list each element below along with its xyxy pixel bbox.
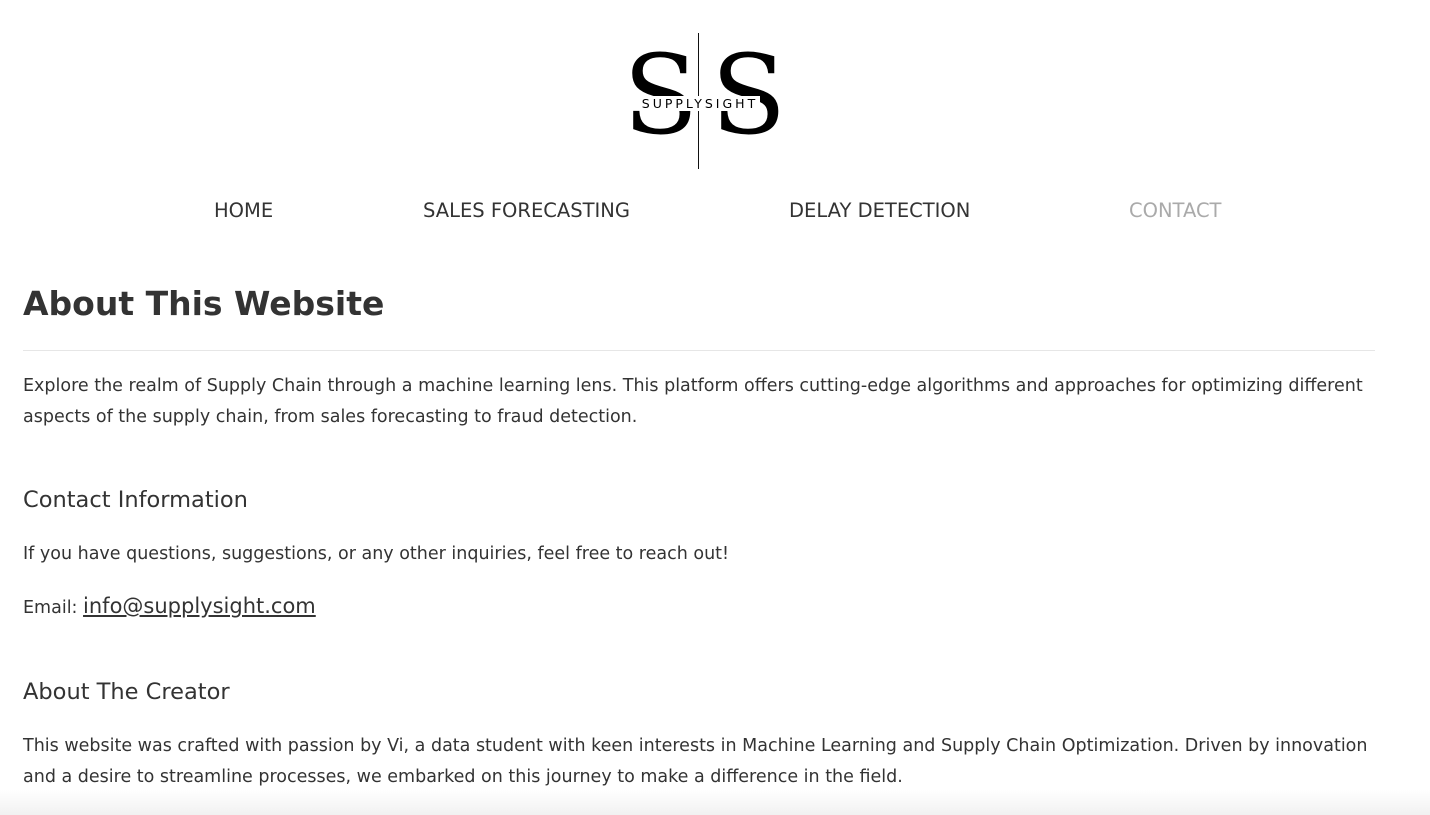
page-title: About This Website	[23, 284, 385, 323]
title-divider	[23, 350, 1375, 351]
contact-paragraph: If you have questions, suggestions, or a…	[23, 544, 730, 564]
site-header: S S SUPPLYSIGHT HOME SALES FORECASTING D…	[0, 0, 1430, 222]
bottom-fade	[0, 790, 1430, 815]
email-label: Email:	[23, 598, 78, 618]
creator-paragraph: This website was crafted with passion by…	[23, 736, 1368, 787]
email-link[interactable]: info@supplysight.com	[83, 594, 316, 618]
main-nav: HOME SALES FORECASTING DELAY DETECTION C…	[0, 196, 1430, 226]
nav-item-delay-detection[interactable]: DELAY DETECTION	[789, 196, 970, 226]
email-row: Email: info@supplysight.com	[23, 591, 316, 624]
nav-item-contact[interactable]: CONTACT	[1129, 196, 1221, 226]
logo-wordmark: SUPPLYSIGHT	[620, 95, 780, 113]
supplysight-logo[interactable]: S S SUPPLYSIGHT	[620, 33, 786, 171]
nav-item-home[interactable]: HOME	[214, 196, 273, 226]
logo-wordmark-text: SUPPLYSIGHT	[639, 96, 761, 111]
intro-paragraph: Explore the realm of Supply Chain throug…	[23, 376, 1363, 427]
contact-heading: Contact Information	[23, 487, 248, 513]
creator-heading: About The Creator	[23, 679, 230, 705]
nav-item-sales-forecasting[interactable]: SALES FORECASTING	[423, 196, 630, 226]
